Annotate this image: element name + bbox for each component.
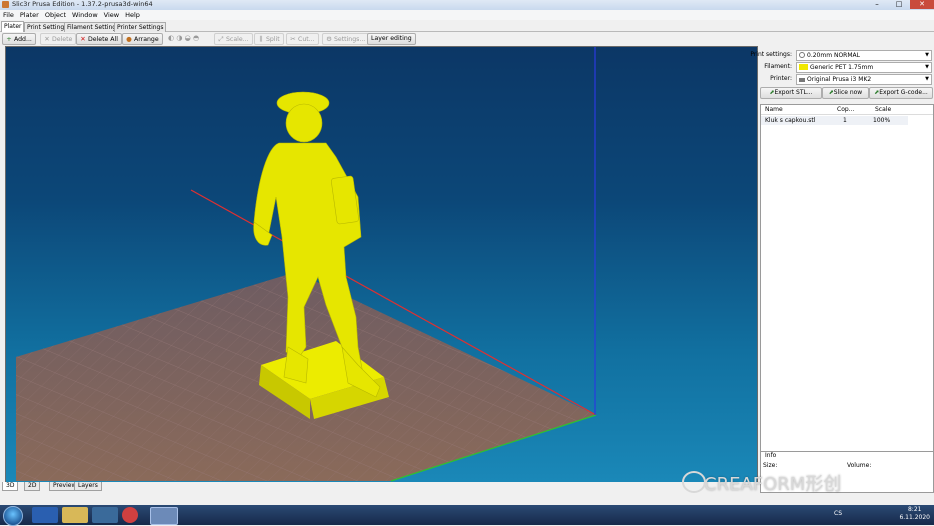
gear-icon <box>799 52 805 58</box>
filament-color-swatch <box>799 64 808 70</box>
view-tabs: 3D 2D Preview Layers <box>0 482 760 492</box>
title-bar: Slic3r Prusa Edition - 1.37.2-prusa3d-wi… <box>0 0 934 10</box>
split-icon: ⫼ <box>259 35 263 43</box>
layer-editing-button[interactable]: Layer editing <box>367 33 416 45</box>
printer-label: Printer: <box>770 75 792 82</box>
media-player-icon[interactable] <box>92 507 118 523</box>
chrome-icon[interactable] <box>122 507 138 523</box>
object-list[interactable]: Name Cop... Scale Kluk s capkou.stl 1 10… <box>760 104 934 456</box>
right-panel: Print settings: 0.20mm NORMAL ▼ Filament:… <box>750 46 934 493</box>
tab-3d[interactable]: 3D <box>2 482 19 491</box>
menu-object[interactable]: Object <box>42 10 69 20</box>
scene <box>16 47 597 482</box>
print-settings-label: Print settings: <box>750 51 792 58</box>
menu-plater[interactable]: Plater <box>17 10 42 20</box>
column-copies[interactable]: Cop... <box>837 105 854 114</box>
split-button[interactable]: ⫼ Split <box>254 33 284 45</box>
add-button[interactable]: + Add... <box>2 33 36 45</box>
export-gcode-button[interactable]: ⬈Export G-code... <box>869 87 933 99</box>
clock-time: 8:21 <box>907 506 922 513</box>
arrange-icon: ● <box>126 35 132 43</box>
chevron-down-icon: ▼ <box>925 64 929 70</box>
maximize-button[interactable]: □ <box>888 0 910 9</box>
main-tabs: Plater Print Settings Filament Settings … <box>0 20 934 32</box>
scale-icon: ⤢ <box>218 35 224 43</box>
object-copies: 1 <box>843 117 847 124</box>
column-name[interactable]: Name <box>765 105 783 114</box>
object-scale: 100% <box>873 117 891 124</box>
delete-icon: ✕ <box>44 35 50 43</box>
delete-all-button[interactable]: ✕ Delete All <box>76 33 122 45</box>
export-stl-button[interactable]: ⬈Export STL... <box>760 87 822 99</box>
object-list-header: Name Cop... Scale <box>761 105 933 115</box>
menu-file[interactable]: File <box>0 10 17 20</box>
filament-label: Filament: <box>764 63 792 70</box>
info-size-label: Size: <box>763 462 778 469</box>
printer-icon <box>799 78 805 82</box>
ie-icon[interactable] <box>32 507 58 523</box>
system-tray: CS 8:21 6.11.2020 <box>834 506 930 522</box>
tab-layers[interactable]: Layers <box>74 482 102 491</box>
tab-printer-settings[interactable]: Printer Settings <box>114 22 167 32</box>
tab-2d[interactable]: 2D <box>24 482 41 491</box>
scale-button[interactable]: ⤢ Scale... <box>214 33 253 45</box>
menu-bar: File Plater Object Window View Help <box>0 10 934 20</box>
printer-select[interactable]: Original Prusa i3 MK2 ▼ <box>796 74 932 85</box>
3d-viewport[interactable] <box>5 46 758 483</box>
menu-help[interactable]: Help <box>122 10 143 20</box>
wechat-icon <box>682 471 706 493</box>
print-settings-row: Print settings: 0.20mm NORMAL ▼ <box>750 50 934 61</box>
rotate-icons[interactable]: ◐ ◑ ◒ ◓ <box>168 34 199 42</box>
object-name: Kluk s capkou.stl <box>765 117 816 124</box>
start-button[interactable] <box>3 506 23 526</box>
filament-row: Filament: Generic PET 1.75mm ▼ <box>758 62 934 73</box>
table-row[interactable]: Kluk s capkou.stl 1 100% <box>761 116 908 125</box>
settings-button[interactable]: ⚙ Settings... <box>322 33 370 45</box>
watermark: CREAFORM形创 <box>682 470 841 496</box>
close-button[interactable]: ✕ <box>910 0 934 9</box>
add-icon: + <box>6 35 12 43</box>
clock-date: 6.11.2020 <box>899 514 930 521</box>
printer-row: Printer: Original Prusa i3 MK2 ▼ <box>758 74 934 85</box>
slice-now-button[interactable]: ⬈Slice now <box>822 87 869 99</box>
folder-icon[interactable] <box>62 507 88 523</box>
info-title: Info <box>765 452 777 459</box>
menu-view[interactable]: View <box>101 10 122 20</box>
chevron-down-icon: ▼ <box>925 52 929 58</box>
delete-button[interactable]: ✕ Delete <box>40 33 77 45</box>
slic3r-task-icon[interactable] <box>150 507 178 525</box>
minimize-button[interactable]: – <box>866 0 888 9</box>
settings-icon: ⚙ <box>326 35 332 43</box>
plater-toolbar: + Add... ✕ Delete ✕ Delete All ● Arrange ◐ ◑… <box>0 32 760 45</box>
language-indicator[interactable]: CS <box>834 510 842 518</box>
app-icon <box>2 1 9 8</box>
arrange-button[interactable]: ● Arrange <box>122 33 163 45</box>
tab-plater[interactable]: Plater <box>1 21 25 32</box>
taskbar: CS 8:21 6.11.2020 <box>0 505 934 526</box>
window-title: Slic3r Prusa Edition - 1.37.2-prusa3d-wi… <box>12 0 153 8</box>
column-scale[interactable]: Scale <box>875 105 891 114</box>
print-settings-select[interactable]: 0.20mm NORMAL ▼ <box>796 50 932 61</box>
chevron-down-icon: ▼ <box>925 76 929 82</box>
filament-select[interactable]: Generic PET 1.75mm ▼ <box>796 62 932 73</box>
cut-icon: ✂ <box>290 35 296 43</box>
info-volume-label: Volume: <box>847 462 872 469</box>
menu-window[interactable]: Window <box>69 10 101 20</box>
delete-all-icon: ✕ <box>80 35 86 43</box>
cut-button[interactable]: ✂ Cut... <box>286 33 319 45</box>
